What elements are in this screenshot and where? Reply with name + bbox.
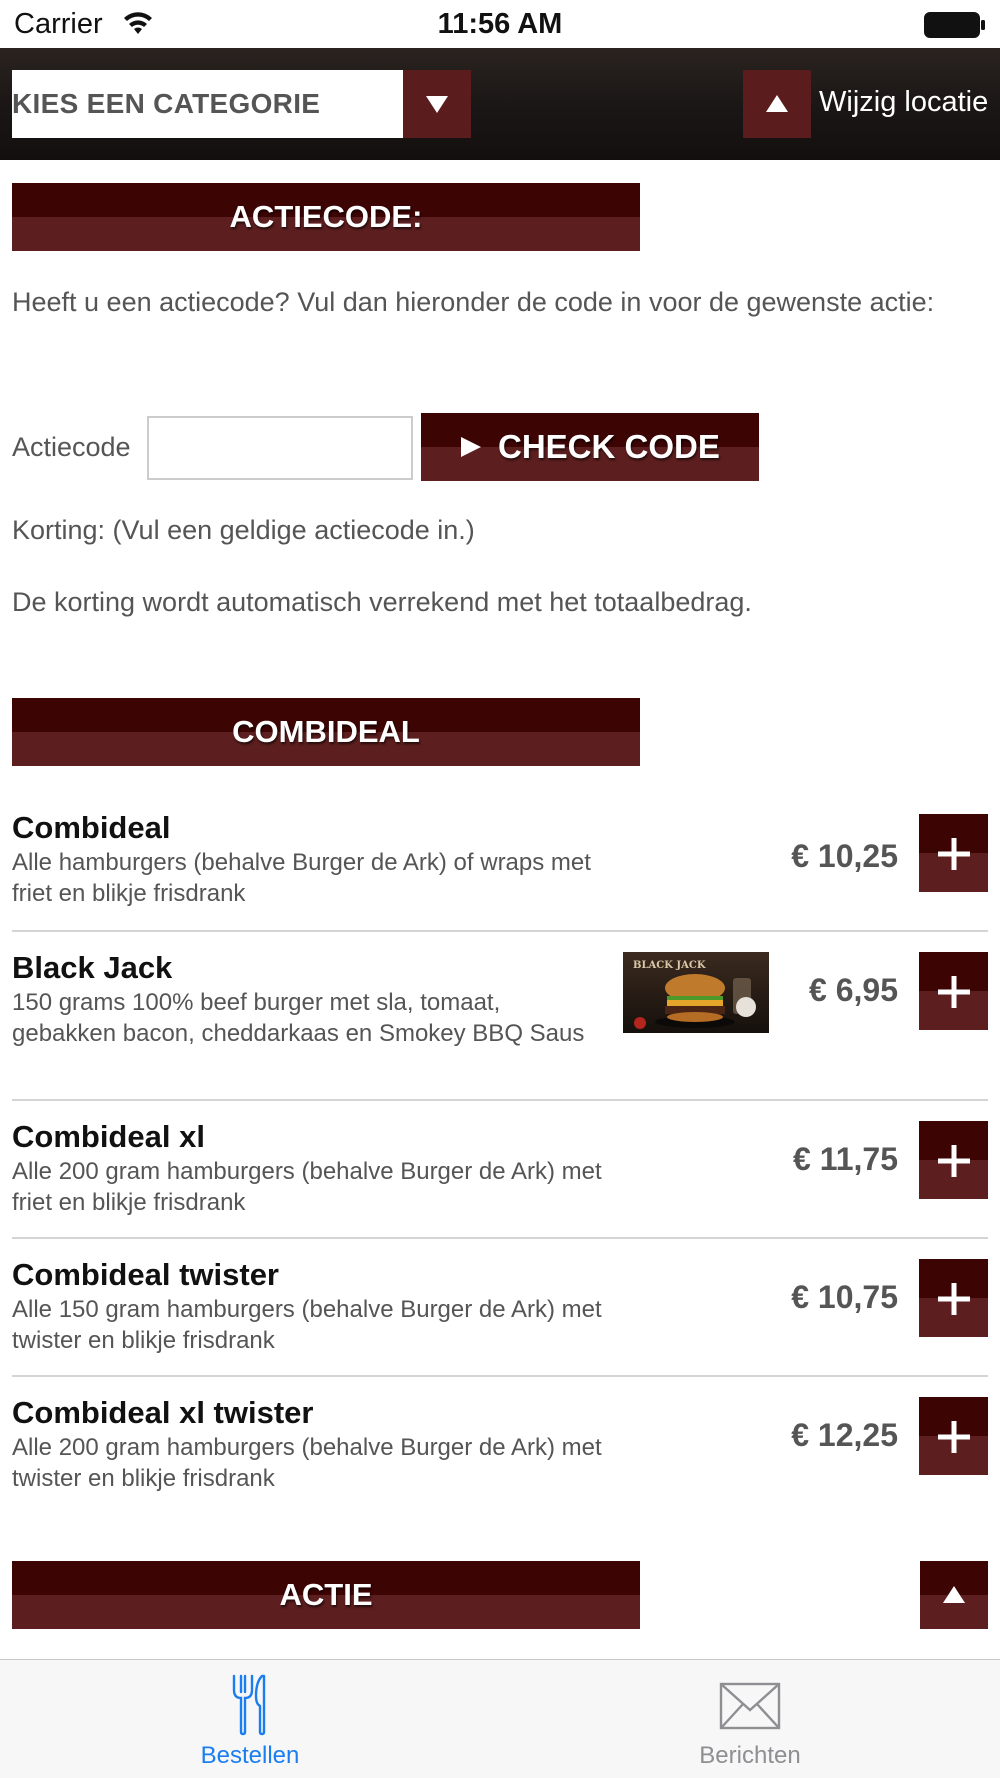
- list-item: Combideal twister Alle 150 gram hamburge…: [12, 1237, 988, 1375]
- change-location-button[interactable]: [743, 70, 811, 138]
- product-price: € 11,75: [793, 1141, 898, 1177]
- triangle-up-icon: [943, 1586, 965, 1603]
- status-bar: Carrier 11:56 AM: [0, 0, 1000, 48]
- list-item: Combideal xl Alle 200 gram hamburgers (b…: [12, 1099, 988, 1237]
- list-item: Black Jack 150 grams 100% beef burger me…: [12, 930, 988, 1099]
- add-to-cart-button[interactable]: [919, 814, 988, 892]
- fork-knife-icon: [232, 1674, 266, 1736]
- image-caption: BLACK JACK: [633, 960, 706, 971]
- play-icon: [461, 437, 481, 457]
- product-name: Combideal twister: [12, 1257, 279, 1292]
- plus-icon: [938, 1283, 970, 1315]
- top-navigation: KIES EEN CATEGORIE Wijzig locatie: [0, 48, 1000, 160]
- promo-code-input[interactable]: [147, 416, 413, 480]
- promo-code-label: Actiecode: [12, 432, 131, 462]
- plus-icon: [938, 838, 970, 870]
- tab-bestellen[interactable]: Bestellen: [0, 1660, 500, 1778]
- triangle-down-icon: [426, 96, 448, 113]
- list-item: Combideal xl twister Alle 200 gram hambu…: [12, 1375, 988, 1513]
- tab-berichten[interactable]: Berichten: [500, 1660, 1000, 1778]
- scroll-to-top-button[interactable]: [920, 1561, 988, 1629]
- actie-section-title: ACTIE: [279, 1577, 373, 1612]
- product-name: Combideal xl twister: [12, 1395, 314, 1430]
- product-description: Alle 150 gram hamburgers (behalve Burger…: [12, 1296, 602, 1354]
- product-price: € 6,95: [809, 972, 898, 1008]
- product-price: € 10,75: [791, 1279, 898, 1315]
- product-description: Alle 200 gram hamburgers (behalve Burger…: [12, 1158, 602, 1216]
- triangle-up-icon: [766, 95, 788, 112]
- add-to-cart-button[interactable]: [919, 1397, 988, 1475]
- add-to-cart-button[interactable]: [919, 1259, 988, 1337]
- tab-bestellen-label: Bestellen: [200, 1742, 300, 1769]
- combideal-section-title: COMBIDEAL: [232, 714, 420, 749]
- add-to-cart-button[interactable]: [919, 952, 988, 1030]
- product-description: Alle hamburgers (behalve Burger de Ark) …: [12, 849, 591, 907]
- actie-section-header: ACTIE: [12, 1561, 640, 1629]
- promo-section-title: ACTIECODE:: [229, 199, 423, 234]
- discount-info-text: De korting wordt automatisch verrekend m…: [12, 587, 752, 617]
- category-select[interactable]: KIES EEN CATEGORIE: [12, 70, 471, 138]
- promo-section-header: ACTIECODE:: [12, 183, 640, 251]
- check-code-label: CHECK CODE: [498, 428, 720, 465]
- category-dropdown-button[interactable]: [403, 70, 471, 138]
- add-to-cart-button[interactable]: [919, 1121, 988, 1199]
- clock: 11:56 AM: [437, 8, 563, 40]
- battery-icon: [924, 12, 985, 38]
- product-name: Black Jack: [12, 950, 173, 985]
- tab-berichten-label: Berichten: [699, 1742, 801, 1769]
- envelope-icon: [719, 1682, 781, 1730]
- check-code-button[interactable]: CHECK CODE: [421, 413, 759, 481]
- tab-bar: Bestellen Berichten: [0, 1659, 1000, 1778]
- product-name: Combideal: [12, 810, 171, 845]
- plus-icon: [938, 1421, 970, 1453]
- plus-icon: [938, 1145, 970, 1177]
- list-item: Combideal Alle hamburgers (behalve Burge…: [12, 806, 988, 930]
- combideal-section-header: COMBIDEAL: [12, 698, 640, 766]
- product-description: Alle 200 gram hamburgers (behalve Burger…: [12, 1434, 602, 1492]
- discount-text: Korting: (Vul een geldige actiecode in.): [12, 515, 475, 545]
- category-select-label: KIES EEN CATEGORIE: [12, 88, 321, 119]
- change-location-label[interactable]: Wijzig locatie: [819, 86, 988, 119]
- promo-intro-text: Heeft u een actiecode? Vul dan hieronder…: [12, 287, 935, 317]
- product-name: Combideal xl: [12, 1119, 205, 1154]
- plus-icon: [938, 976, 970, 1008]
- product-image[interactable]: BLACK JACK: [623, 952, 769, 1033]
- product-price: € 10,25: [791, 838, 898, 874]
- product-description: 150 grams 100% beef burger met sla, toma…: [12, 989, 585, 1047]
- burger-image: BLACK JACK: [623, 952, 769, 1033]
- product-price: € 12,25: [791, 1417, 898, 1453]
